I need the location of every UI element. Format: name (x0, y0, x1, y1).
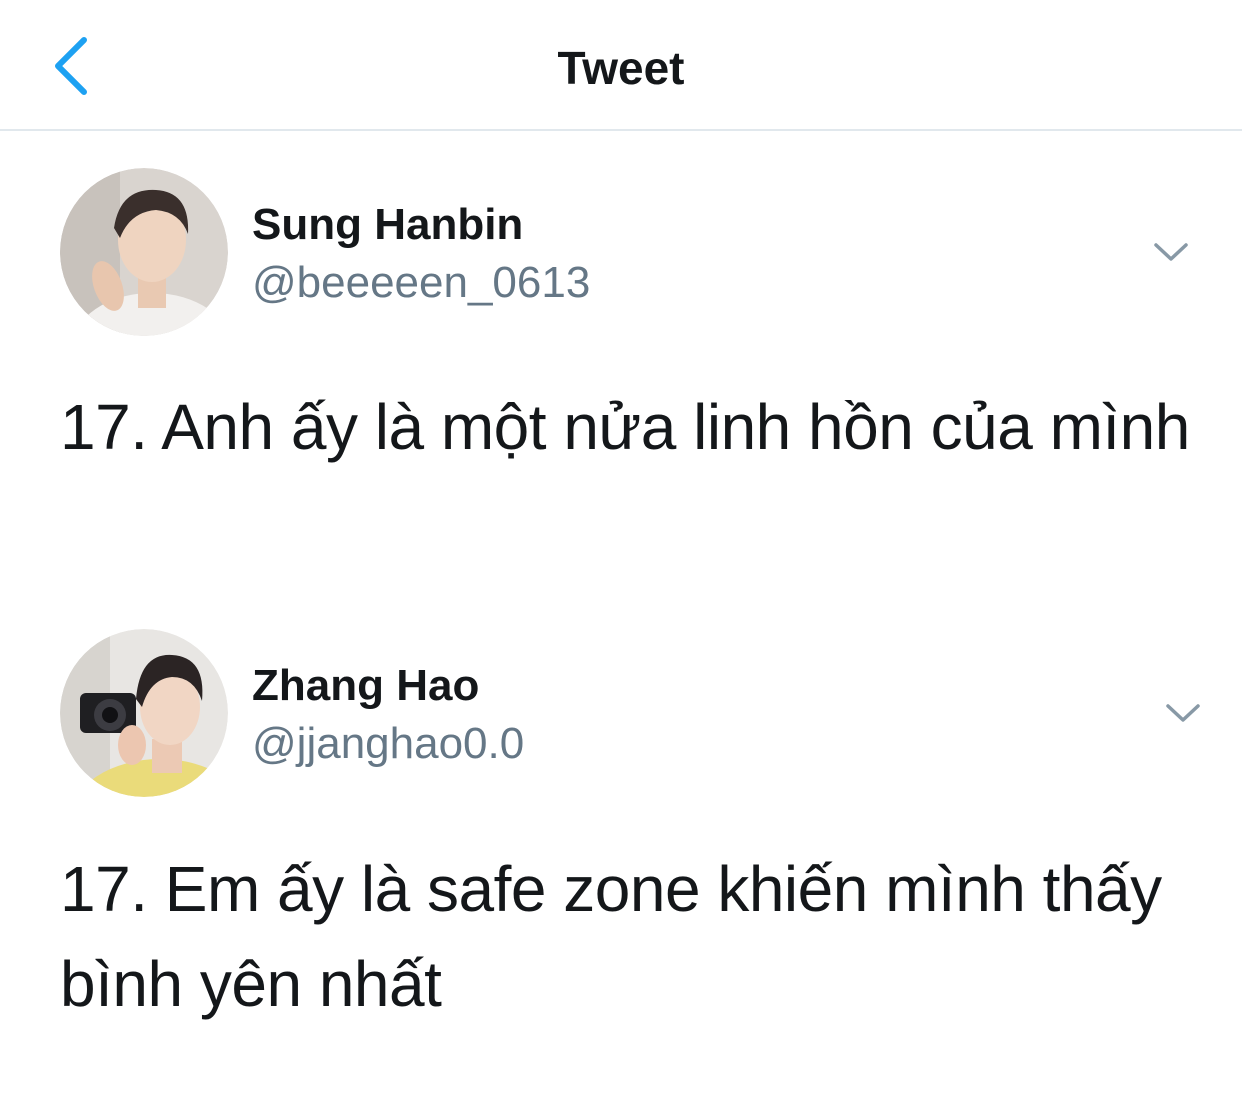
tweet-menu-button[interactable] (1158, 694, 1208, 734)
user-handle[interactable]: @jjanghao0.0 (252, 718, 524, 770)
user-handle[interactable]: @beeeeen_0613 (252, 257, 590, 309)
page-title: Tweet (557, 42, 685, 94)
avatar[interactable] (60, 168, 228, 336)
tweet-menu-button[interactable] (1146, 233, 1196, 273)
tweet-item[interactable]: Zhang Hao @jjanghao0.0 17. Em ấy là safe… (0, 591, 1242, 1098)
tweet-item[interactable]: Sung Hanbin @beeeeen_0613 17. Anh ấy là … (0, 131, 1242, 591)
tweet-text: 17. Em ấy là safe zone khiến mình thấy b… (60, 853, 1162, 1020)
chevron-down-icon (1146, 233, 1196, 273)
display-name[interactable]: Zhang Hao (252, 660, 479, 712)
chevron-down-icon (1158, 694, 1208, 734)
navigation-bar: Tweet (0, 0, 1242, 131)
avatar[interactable] (60, 629, 228, 797)
display-name[interactable]: Sung Hanbin (252, 199, 523, 251)
tweet-text: 17. Anh ấy là một nửa linh hồn của mình (60, 391, 1190, 463)
